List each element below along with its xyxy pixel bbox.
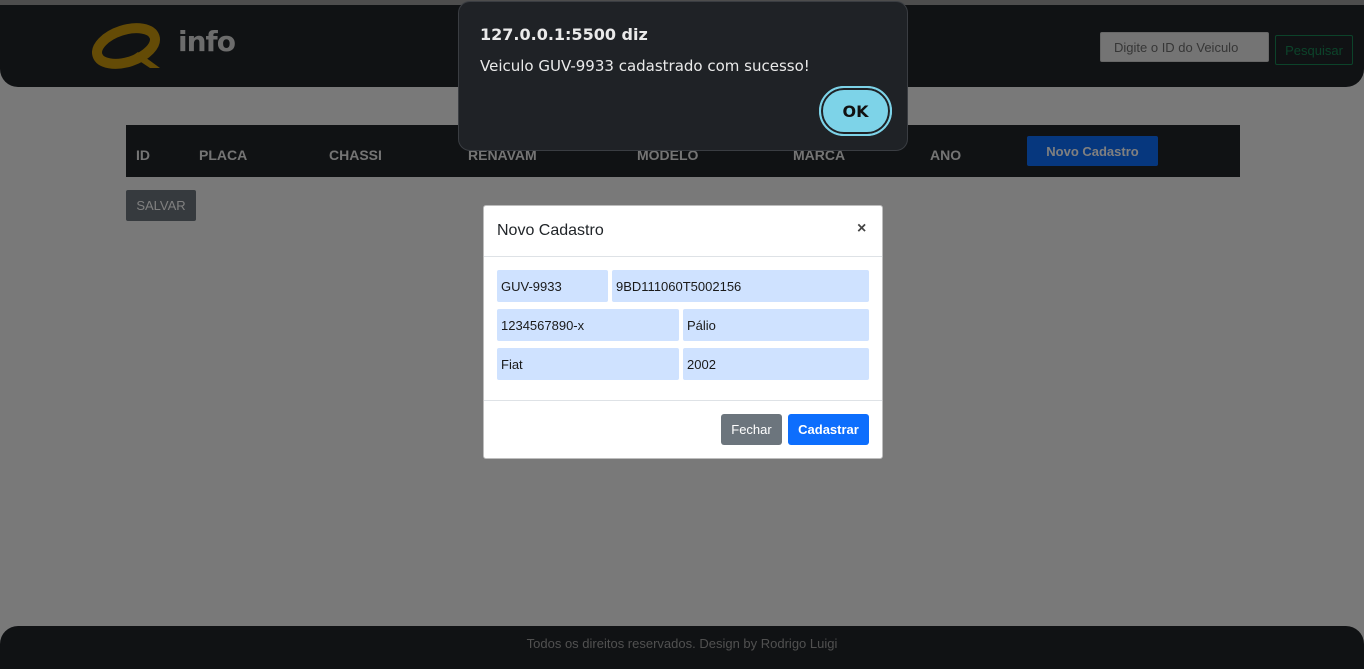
browser-alert-dialog: 127.0.0.1:5500 diz Veiculo GUV-9933 cada… [458,1,908,151]
modal-title: Novo Cadastro [497,222,604,239]
new-registration-modal: Novo Cadastro × Fechar Cadastrar [483,205,883,459]
submit-button[interactable]: Cadastrar [788,414,869,445]
chassi-field[interactable] [612,270,869,302]
marca-field[interactable] [497,348,679,380]
close-button[interactable]: Fechar [721,414,782,445]
modal-footer: Fechar Cadastrar [484,400,882,458]
modal-header: Novo Cadastro × [484,206,882,257]
ok-button[interactable]: OK [819,86,892,136]
placa-field[interactable] [497,270,608,302]
alert-title: 127.0.0.1:5500 diz [480,25,648,44]
close-icon[interactable]: × [857,220,866,238]
modelo-field[interactable] [683,309,869,341]
alert-message: Veiculo GUV-9933 cadastrado com sucesso! [480,57,810,75]
ano-field[interactable] [683,348,869,380]
renavam-field[interactable] [497,309,679,341]
